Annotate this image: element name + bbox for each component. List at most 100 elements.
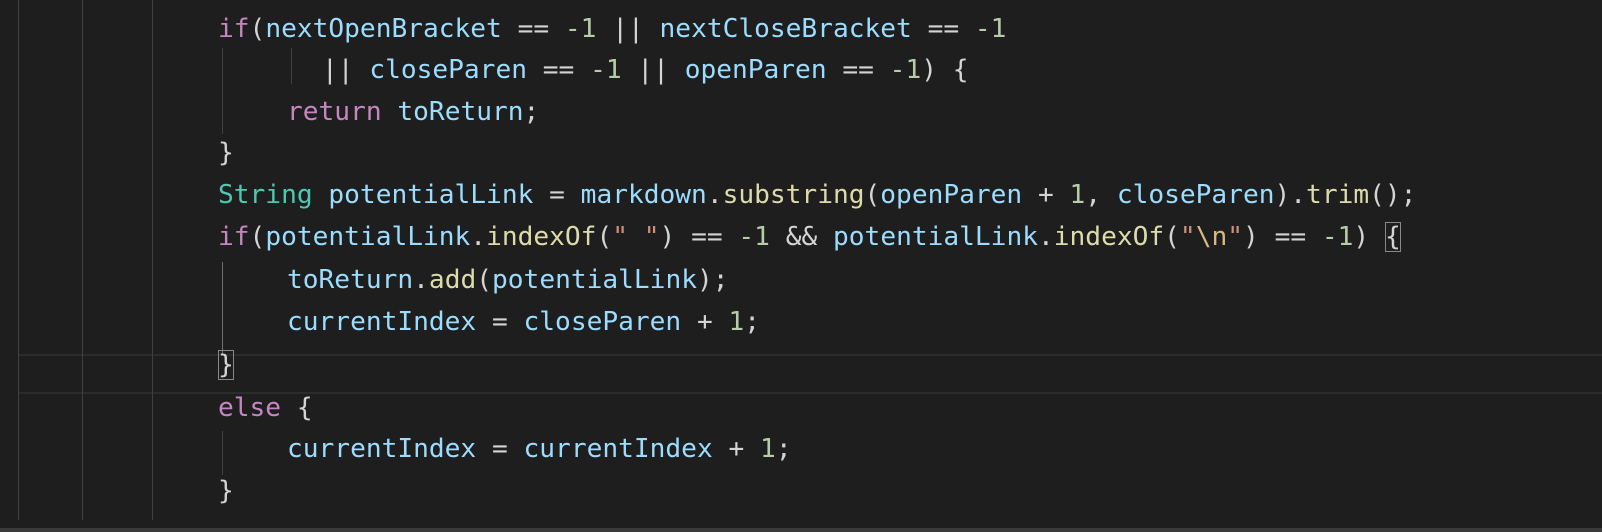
code-token: ": [1227, 222, 1244, 252]
code-token: trim: [1306, 180, 1370, 210]
code-token: -1: [974, 14, 1007, 44]
code-token: ": [1179, 222, 1196, 252]
code-line[interactable]: toReturn.add(potentialLink);: [287, 259, 729, 301]
indent-guide: [291, 48, 292, 84]
code-line[interactable]: else {: [218, 387, 313, 429]
code-line[interactable]: }: [218, 132, 234, 174]
code-token: " ": [612, 222, 660, 252]
code-token: potentialLink: [833, 222, 1038, 252]
code-token: ||: [621, 55, 685, 85]
code-token: return: [287, 97, 382, 127]
code-token: 1: [728, 307, 745, 337]
code-line[interactable]: }: [218, 344, 234, 386]
code-token: }: [218, 138, 234, 168]
code-token: ;: [523, 97, 540, 127]
code-line[interactable]: if(nextOpenBracket == -1 || nextCloseBra…: [218, 8, 1006, 50]
code-line[interactable]: return toReturn;: [287, 91, 539, 133]
code-token: .: [706, 180, 723, 210]
code-token: ;: [775, 434, 792, 464]
code-token: (: [476, 265, 493, 295]
code-token: =: [476, 307, 524, 337]
code-token: substring: [722, 180, 865, 210]
code-token: if: [218, 14, 250, 44]
code-token: nextOpenBracket: [265, 14, 502, 44]
code-token: }: [218, 350, 234, 380]
code-token: ||: [596, 14, 660, 44]
code-token: potentialLink: [265, 222, 471, 252]
code-token: &&: [769, 222, 834, 252]
code-token: .: [413, 265, 429, 295]
code-token: (: [864, 180, 881, 210]
code-token: +: [712, 434, 761, 464]
code-token: ) {: [921, 55, 969, 85]
code-token: String: [218, 180, 313, 210]
code-token: (: [1164, 222, 1180, 252]
code-line[interactable]: currentIndex = closeParen + 1;: [287, 301, 760, 343]
code-line[interactable]: || closeParen == -1 || openParen == -1) …: [322, 49, 969, 91]
code-line[interactable]: currentIndex = currentIndex + 1;: [287, 428, 792, 470]
code-token: (: [249, 222, 266, 252]
code-token: indexOf: [486, 222, 597, 252]
code-line[interactable]: }: [218, 470, 234, 512]
code-token: ||: [322, 55, 370, 85]
code-token: +: [681, 307, 729, 337]
code-token: ==: [526, 55, 591, 85]
code-token: +: [1022, 180, 1070, 210]
code-editor[interactable]: if(nextOpenBracket == -1 || nextCloseBra…: [0, 0, 1602, 532]
code-token: currentIndex: [523, 434, 713, 464]
code-token: ==: [911, 14, 975, 44]
code-token: );: [696, 265, 729, 295]
indent-guide-active: [222, 262, 223, 354]
indent-guide: [82, 0, 83, 520]
code-token: closeParen: [369, 55, 527, 85]
code-token: 1: [1069, 180, 1086, 210]
code-token: ;: [744, 307, 761, 337]
code-token: -1: [738, 222, 770, 252]
indent-guide: [18, 0, 19, 520]
code-token: -1: [1321, 222, 1354, 252]
code-token: -1: [590, 55, 622, 85]
indent-guide: [222, 48, 223, 134]
code-token: potentialLink: [492, 265, 697, 295]
indent-guide: [222, 431, 223, 475]
code-token: openParen: [684, 55, 827, 85]
code-token: currentIndex: [287, 307, 477, 337]
code-token: closeParen: [523, 307, 682, 337]
code-token: ): [1353, 222, 1385, 252]
code-token: }: [218, 476, 234, 506]
code-token: =: [476, 434, 524, 464]
code-token: toReturn: [397, 97, 524, 127]
code-token: =: [533, 180, 581, 210]
code-token: ) ==: [659, 222, 739, 252]
code-token: closeParen: [1116, 180, 1275, 210]
code-token: indexOf: [1053, 222, 1165, 252]
code-line[interactable]: String potentialLink = markdown.substrin…: [218, 174, 1416, 216]
code-token: ();: [1369, 180, 1417, 210]
code-token: -1: [564, 14, 597, 44]
code-token: markdown: [580, 180, 707, 210]
code-token: 1: [760, 434, 776, 464]
code-token: ,: [1085, 180, 1117, 210]
code-line[interactable]: if(potentialLink.indexOf(" ") == -1 && p…: [218, 216, 1401, 258]
code-token: currentIndex: [287, 434, 477, 464]
code-token: else: [218, 393, 282, 423]
code-token: ) ==: [1243, 222, 1322, 252]
code-token: ==: [826, 55, 890, 85]
code-token: openParen: [880, 180, 1023, 210]
editor-bottom-border: [0, 528, 1602, 532]
code-token: nextCloseBracket: [659, 14, 912, 44]
code-token: add: [428, 265, 477, 295]
code-token: {: [1384, 222, 1401, 252]
code-token: .: [470, 222, 487, 252]
code-token: toReturn: [287, 265, 414, 295]
code-token: (: [249, 14, 266, 44]
code-token: \n: [1195, 222, 1228, 252]
code-token: (: [596, 222, 613, 252]
code-token: -1: [889, 55, 922, 85]
code-token: .: [1037, 222, 1054, 252]
code-token: {: [281, 393, 313, 423]
code-token: ).: [1274, 180, 1307, 210]
indent-guide: [152, 0, 153, 520]
code-token: potentialLink: [328, 180, 534, 210]
